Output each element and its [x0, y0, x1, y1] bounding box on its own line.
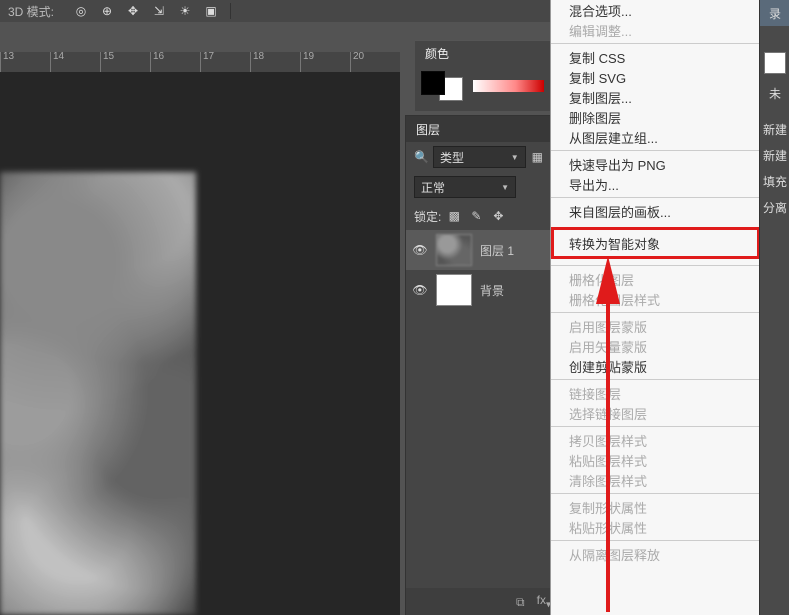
move-icon[interactable]: ✥ — [124, 2, 142, 20]
menu-separator — [551, 197, 760, 198]
rstrip-item[interactable]: 填充 — [760, 168, 789, 194]
menu-item: 清除图层样式 — [551, 470, 760, 490]
menu-item: 拷贝图层样式 — [551, 430, 760, 450]
lock-row: 锁定: ▩ ✎ ✥ — [406, 202, 551, 230]
menu-item[interactable]: 来自图层的画板... — [551, 201, 760, 221]
chevron-down-icon: ▼ — [501, 183, 509, 192]
rstrip-item[interactable]: 未 — [760, 80, 789, 106]
fx-icon[interactable]: fx▾ — [537, 593, 551, 610]
rstrip-item[interactable]: 新建 — [760, 142, 789, 168]
highlighted-menu-item: 转换为智能对象 — [553, 229, 758, 257]
menu-item: 粘贴图层样式 — [551, 450, 760, 470]
ruler-tick: 18 — [250, 52, 300, 72]
lock-transparency-icon[interactable]: ▩ — [445, 207, 463, 225]
lock-label: 锁定: — [414, 208, 441, 225]
menu-item[interactable]: 复制图层... — [551, 87, 760, 107]
mode-label: 3D 模式: — [8, 3, 54, 20]
menu-item: 编辑调整... — [551, 20, 760, 40]
color-panel: 颜色 — [415, 40, 550, 111]
menu-item[interactable]: 从图层建立组... — [551, 127, 760, 147]
menu-item: 启用矢量蒙版 — [551, 336, 760, 356]
visibility-icon[interactable]: 👁 — [412, 283, 428, 297]
ruler-tick: 15 — [100, 52, 150, 72]
menu-separator — [551, 265, 760, 266]
menu-separator — [551, 312, 760, 313]
rstrip-swatch[interactable] — [764, 52, 786, 74]
menu-item[interactable]: 混合选项... — [551, 0, 760, 20]
menu-separator — [551, 43, 760, 44]
layer-row[interactable]: 👁 背景 — [406, 270, 551, 310]
menu-item: 链接图层 — [551, 383, 760, 403]
canvas-area[interactable] — [0, 72, 400, 615]
ruler-tick: 19 — [300, 52, 350, 72]
layer-thumbnail[interactable] — [436, 234, 472, 266]
orbit-icon[interactable]: ◎ — [72, 2, 90, 20]
menu-item: 启用图层蒙版 — [551, 316, 760, 336]
menu-item[interactable]: 导出为... — [551, 174, 760, 194]
menu-item[interactable]: 复制 CSS — [551, 47, 760, 67]
ruler-tick: 14 — [50, 52, 100, 72]
color-ramp[interactable] — [473, 80, 544, 92]
foreground-swatch[interactable] — [421, 71, 445, 95]
link-layers-icon[interactable]: ⧉ — [516, 595, 525, 610]
menu-item[interactable]: 创建剪贴蒙版 — [551, 356, 760, 376]
menu-separator — [551, 540, 760, 541]
blend-mode-label: 正常 — [421, 179, 445, 196]
right-strip: 录 未 新建 新建 填充 分离 — [759, 0, 789, 615]
lock-position-icon[interactable]: ✥ — [489, 207, 507, 225]
menu-item: 从隔离图层释放 — [551, 544, 760, 564]
menu-item: 粘贴形状属性 — [551, 517, 760, 537]
menu-item: 复制形状属性 — [551, 497, 760, 517]
ruler-tick: 13 — [0, 52, 50, 72]
layers-footer: ⧉ fx▾ — [406, 588, 559, 615]
rstrip-item[interactable]: 新建 — [760, 116, 789, 142]
camera-icon[interactable]: ▣ — [202, 2, 220, 20]
layers-panel: 图层 🔍 类型 ▼ ▦ 正常 ▼ 锁定: ▩ ✎ ✥ 👁图层 1👁背景 ⧉ fx… — [405, 115, 552, 615]
document-canvas[interactable] — [0, 172, 196, 615]
options-bar: 3D 模式: ◎ ⊕ ✥ ⇲ ☀ ▣ — [0, 0, 558, 22]
layer-row[interactable]: 👁 图层 1 — [406, 230, 551, 270]
light-icon[interactable]: ☀ — [176, 2, 194, 20]
menu-separator — [551, 150, 760, 151]
blend-mode-select[interactable]: 正常 ▼ — [414, 176, 516, 198]
menu-item[interactable]: 转换为智能对象 — [553, 233, 758, 253]
rstrip-item[interactable]: 分离 — [760, 194, 789, 220]
scale-icon[interactable]: ⇲ — [150, 2, 168, 20]
ruler-tick: 17 — [200, 52, 250, 72]
menu-separator — [551, 426, 760, 427]
color-tab-label[interactable]: 颜色 — [415, 45, 459, 62]
menu-item: 栅格化图层样式 — [551, 289, 760, 309]
menu-item: 选择链接图层 — [551, 403, 760, 423]
filter-type-label: 类型 — [440, 149, 464, 166]
layers-tab-label[interactable]: 图层 — [416, 121, 440, 138]
menu-item[interactable]: 删除图层 — [551, 107, 760, 127]
layer-name[interactable]: 背景 — [480, 282, 504, 299]
menu-separator — [551, 379, 760, 380]
rstrip-item[interactable]: 录 — [760, 0, 789, 26]
layer-thumbnail[interactable] — [436, 274, 472, 306]
layer-context-menu: 混合选项...编辑调整... 复制 CSS复制 SVG复制图层...删除图层从图层… — [550, 0, 761, 615]
layer-name[interactable]: 图层 1 — [480, 242, 514, 259]
pan-icon[interactable]: ⊕ — [98, 2, 116, 20]
filter-image-icon[interactable]: ▦ — [532, 150, 543, 164]
filter-type-select[interactable]: 类型 ▼ — [433, 146, 526, 168]
visibility-icon[interactable]: 👁 — [412, 243, 428, 257]
menu-separator — [551, 493, 760, 494]
separator — [230, 3, 231, 19]
chevron-down-icon: ▼ — [511, 153, 519, 162]
menu-item[interactable]: 快速导出为 PNG — [551, 154, 760, 174]
ruler-tick: 20 — [350, 52, 400, 72]
ruler-tick: 16 — [150, 52, 200, 72]
menu-item: 栅格化图层 — [551, 269, 760, 289]
ruler: 131415161718192021 — [0, 52, 400, 72]
lock-paint-icon[interactable]: ✎ — [467, 207, 485, 225]
menu-item[interactable]: 复制 SVG — [551, 67, 760, 87]
